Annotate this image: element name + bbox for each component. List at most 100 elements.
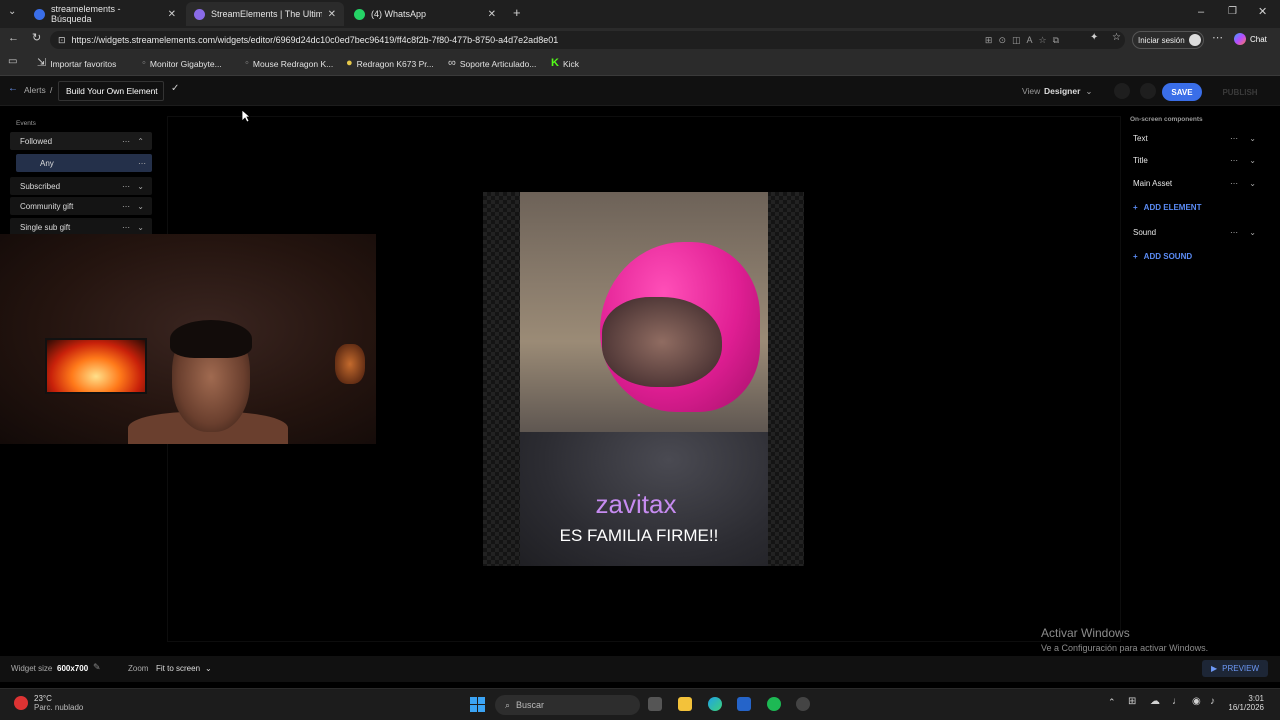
tab-title: streamelements - Búsqueda [51, 4, 121, 24]
component-title[interactable]: Title ⋯ ⌄ [1130, 151, 1266, 169]
extensions-icon[interactable]: ✦ [1090, 33, 1098, 43]
bookmarks-bar: ▭ ⇲ Importar favoritos ◦ Monitor Gigabyte.… [0, 52, 1280, 76]
component-text[interactable]: Text ⋯ ⌄ [1130, 129, 1266, 147]
more-options-icon[interactable]: ⋯ [122, 202, 130, 211]
preview-button[interactable]: ▶ PREVIEW [1202, 660, 1268, 677]
chevron-down-icon[interactable]: ⌄ [137, 223, 144, 232]
address-actions-icon[interactable]: ⊞⊙◫A☆⧉ [985, 35, 1065, 45]
address-bar: ← ↻ ⊡ https://widgets.streamelements.com… [0, 28, 1280, 52]
new-tab-icon[interactable]: + [513, 6, 521, 19]
publish-button[interactable]: PUBLISH [1210, 83, 1270, 101]
tab-whatsapp[interactable]: (4) WhatsApp ✕ [346, 2, 504, 26]
signin-button[interactable]: Iniciar sesión [1132, 31, 1204, 49]
confirm-check-icon[interactable]: ✓ [171, 84, 179, 94]
taskbar-search-input[interactable]: ⌕ Buscar [495, 695, 640, 715]
widget-size-value[interactable]: 600x700 [57, 664, 88, 673]
start-menu-icon[interactable] [470, 697, 485, 712]
play-icon: ▶ [1210, 664, 1218, 673]
add-element-label: ADD ELEMENT [1143, 203, 1202, 212]
edge-browser-icon[interactable] [708, 697, 722, 711]
tray-chevron-up-icon[interactable]: ⌃ [1108, 698, 1116, 707]
bookmark-mouse[interactable]: ◦ Mouse Redragon K... [245, 58, 333, 69]
more-options-icon[interactable]: ⋯ [1230, 228, 1238, 237]
weather-widget[interactable]: 23°C Parc. nublado [14, 694, 83, 712]
close-icon[interactable]: ✕ [328, 9, 336, 20]
zoom-select[interactable]: Fit to screen ⌄ [156, 664, 212, 673]
restore-icon[interactable]: ❐ [1228, 7, 1237, 17]
edit-pencil-icon[interactable]: ✎ [93, 663, 101, 672]
whatsapp-favicon-icon [354, 8, 365, 20]
event-followed[interactable]: Followed ⋯ ⌃ [10, 132, 152, 150]
add-element-button[interactable]: + ADD ELEMENT [1133, 203, 1201, 212]
microsoft-store-icon[interactable] [737, 697, 751, 711]
spotify-icon[interactable] [767, 697, 781, 711]
tray-mic-icon[interactable]: ♩ [1172, 697, 1182, 707]
save-button[interactable]: SAVE [1162, 83, 1202, 101]
tab-streamelements[interactable]: StreamElements | The Ultimate St ✕ [186, 2, 344, 26]
view-mode-select[interactable]: Designer ⌄ [1044, 86, 1093, 97]
copilot-chat-button[interactable]: Chat [1234, 33, 1267, 45]
task-view-icon[interactable] [648, 697, 662, 711]
breadcrumb-alerts[interactable]: Alerts [24, 85, 46, 95]
event-label: Any [40, 158, 54, 168]
more-menu-icon[interactable]: ⋯ [1212, 33, 1223, 44]
bookmark-monitor[interactable]: ◦ Monitor Gigabyte... [142, 58, 222, 69]
chevron-down-icon[interactable]: ⌄ [137, 182, 144, 191]
network-icon[interactable]: ◉ [1192, 697, 1201, 707]
bookmark-soporte[interactable]: ∞ Soporte Articulado... [448, 58, 536, 69]
redo-icon[interactable] [1140, 83, 1156, 99]
file-explorer-icon[interactable] [678, 697, 692, 711]
back-arrow-icon[interactable]: ← [8, 84, 18, 94]
app-icon[interactable] [796, 697, 810, 711]
chevron-up-icon[interactable]: ⌃ [137, 137, 144, 146]
sidebar-toggle-icon[interactable]: ▭ [8, 57, 17, 67]
tab-list-icon[interactable]: ⌄ [8, 7, 16, 17]
watermark-subtitle: Ve a Configuración para activar Windows. [1041, 643, 1209, 653]
chevron-down-icon[interactable]: ⌄ [1249, 134, 1256, 143]
more-options-icon[interactable]: ⋯ [1230, 179, 1238, 188]
chevron-down-icon[interactable]: ⌄ [137, 202, 144, 211]
alert-name-text[interactable]: zavitax [520, 489, 752, 520]
volume-icon[interactable]: ♪ [1210, 697, 1215, 707]
view-label: View [1022, 86, 1041, 96]
plus-icon: + [1133, 203, 1138, 212]
window-close-icon[interactable]: ✕ [1258, 7, 1267, 18]
component-main-asset[interactable]: Main Asset ⋯ ⌄ [1130, 174, 1266, 192]
site-info-icon[interactable]: ⊡ [58, 35, 66, 45]
more-options-icon[interactable]: ⋯ [138, 159, 146, 168]
event-followed-any[interactable]: Any ⋯ [16, 154, 152, 172]
close-icon[interactable]: ✕ [168, 9, 176, 20]
event-community-gift[interactable]: Community gift ⋯ ⌄ [10, 197, 152, 215]
tab-search[interactable]: streamelements - Búsqueda ✕ [26, 2, 184, 26]
close-icon[interactable]: ✕ [488, 9, 496, 20]
url-field[interactable]: ⊡ https://widgets.streamelements.com/wid… [50, 31, 1125, 49]
event-subscribed[interactable]: Subscribed ⋯ ⌄ [10, 177, 152, 195]
undo-icon[interactable] [1114, 83, 1130, 99]
reload-icon[interactable]: ↻ [32, 33, 41, 44]
url-text: https://widgets.streamelements.com/widge… [71, 35, 559, 45]
more-options-icon[interactable]: ⋯ [122, 182, 130, 191]
add-sound-button[interactable]: + ADD SOUND [1133, 252, 1192, 261]
more-options-icon[interactable]: ⋯ [1230, 156, 1238, 165]
search-placeholder: Buscar [516, 700, 545, 710]
more-options-icon[interactable]: ⋯ [1230, 134, 1238, 143]
chevron-down-icon[interactable]: ⌄ [1249, 228, 1256, 237]
minimize-icon[interactable]: – [1198, 7, 1204, 18]
more-options-icon[interactable]: ⋯ [122, 223, 130, 232]
tray-app-icon[interactable]: ⊞ [1128, 697, 1136, 707]
bookmark-label: Monitor Gigabyte... [149, 58, 222, 69]
clock[interactable]: 3:01 16/1/2026 [1222, 694, 1264, 712]
chevron-down-icon[interactable]: ⌄ [1249, 156, 1256, 165]
bookmark-keyboard[interactable]: ● Redragon K673 Pr... [346, 58, 434, 69]
widget-name-input[interactable]: Build Your Own Element [58, 81, 164, 101]
chevron-down-icon[interactable]: ⌄ [1249, 179, 1256, 188]
bookmark-kick[interactable]: K Kick [551, 58, 579, 69]
more-options-icon[interactable]: ⋯ [122, 137, 130, 146]
alert-message-text[interactable]: ES FAMILIA FIRME!! [520, 526, 758, 546]
component-sound[interactable]: Sound ⋯ ⌄ [1130, 223, 1266, 241]
zoom-value: Fit to screen [156, 664, 201, 673]
favorites-icon[interactable]: ☆ [1112, 33, 1121, 43]
tray-cloud-icon[interactable]: ☁ [1150, 697, 1160, 707]
bookmark-import[interactable]: ⇲ Importar favoritos [37, 58, 116, 69]
back-icon[interactable]: ← [8, 33, 19, 44]
